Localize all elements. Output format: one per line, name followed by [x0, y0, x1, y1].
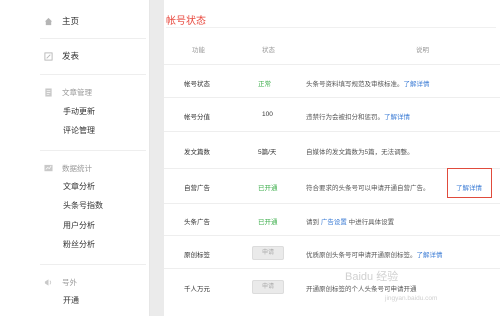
document-icon: [43, 87, 53, 97]
sidebar-item-activate[interactable]: 开通: [0, 294, 150, 306]
divider: [166, 27, 496, 28]
sidebar-group-outside: 号外: [0, 276, 150, 288]
status-text: 100: [262, 111, 273, 118]
sidebar-item-label: 手动更新: [63, 106, 95, 116]
table-row: 帐号状态 正常 头条号资料填写规范及审核标准。了解详情: [164, 64, 500, 97]
sidebar-item-label: 评论管理: [63, 125, 95, 135]
column-header-status: 状态: [262, 47, 275, 54]
apply-button[interactable]: 申请: [252, 246, 284, 260]
description-text: 开通原创标签的个人头条号可申请开通: [306, 286, 417, 293]
description: 优质原创头条号可申请开通原创标签。了解详情: [306, 249, 443, 259]
divider: [40, 150, 146, 151]
watermark-url: jingyan.baidu.com: [385, 295, 438, 302]
description-text: 违禁行为会被扣分和惩罚。: [306, 114, 384, 121]
sidebar-group-article: 文章管理: [0, 86, 150, 98]
description-text: 自媒体的发文篇数为5篇，无法调整。: [306, 149, 414, 156]
function-name: 发文篇数: [184, 149, 210, 156]
description-text: 优质原创头条号可申请开通原创标签。: [306, 252, 417, 259]
status-text: 已开通: [258, 219, 278, 226]
table-row: 千人万元 申请 开通原创标签的个人头条号可申请开通: [164, 268, 500, 316]
learn-more-link[interactable]: 了解详情: [404, 81, 430, 88]
table-row: 发文篇数 5篇/天 自媒体的发文篇数为5篇，无法调整。: [164, 131, 500, 168]
column-header-function: 功能: [192, 47, 205, 54]
description: 违禁行为会被扣分和惩罚。了解详情: [306, 111, 410, 121]
description-text: 请到: [306, 219, 321, 226]
sidebar-group-stats: 数据统计: [0, 162, 150, 174]
sidebar-item-index[interactable]: 头条号指数: [0, 199, 150, 211]
ad-settings-link[interactable]: 广告设置: [321, 219, 347, 226]
sidebar: 主页 发表 文章管理 手动更新 评论管理 数据统计 文章分析 头条号指数 用户分…: [0, 0, 150, 316]
table-row: 原创标签 申请 优质原创头条号可申请开通原创标签。了解详情: [164, 235, 500, 268]
sidebar-item-comments[interactable]: 评论管理: [0, 124, 150, 136]
description-text: 中进行具体设置: [346, 219, 395, 226]
function-name: 千人万元: [184, 286, 210, 293]
description: 请到 广告设置 中进行具体设置: [306, 216, 394, 226]
sidebar-item-label: 用户分析: [63, 220, 95, 230]
watermark-logo: Baidu 经验: [345, 271, 399, 283]
sidebar-group-label: 数据统计: [62, 163, 92, 173]
learn-more-link[interactable]: 了解详情: [384, 114, 410, 121]
sidebar-item-label: 文章分析: [63, 181, 95, 191]
learn-more-link[interactable]: 了解详情: [417, 252, 443, 259]
function-name: 原创标签: [184, 252, 210, 259]
divider: [40, 38, 146, 39]
sidebar-group-label: 文章管理: [62, 87, 92, 97]
sidebar-item-label: 头条号指数: [63, 200, 103, 210]
sidebar-item-user-analysis[interactable]: 用户分析: [0, 219, 150, 231]
home-icon: [43, 16, 53, 26]
function-name: 头条广告: [184, 219, 210, 226]
sidebar-item-manual-update[interactable]: 手动更新: [0, 105, 150, 117]
description-text: 头条号资料填写规范及审核标准。: [306, 81, 404, 88]
status-text: 已开通: [258, 185, 278, 192]
description: 头条号资料填写规范及审核标准。了解详情: [306, 78, 430, 88]
status-text: 5篇/天: [258, 149, 277, 156]
function-name: 自营广告: [184, 185, 210, 192]
status-text: 正常: [258, 81, 271, 88]
sidebar-item-label: 主页: [62, 16, 80, 26]
sidebar-item-home[interactable]: 主页: [0, 14, 150, 28]
description-text: 符合要求的头条号可以申请开通自营广告。: [306, 185, 430, 192]
table-row: 帐号分值 100 违禁行为会被扣分和惩罚。了解详情: [164, 97, 500, 131]
account-status-panel: 帐号状态 功能 状态 说明 帐号状态 正常 头条号资料填写规范及审核标准。了解详…: [164, 0, 500, 316]
divider: [40, 74, 146, 75]
page-title: 帐号状态: [166, 16, 206, 27]
chart-icon: [43, 163, 53, 173]
divider: [40, 264, 146, 265]
column-header-description: 说明: [416, 47, 429, 54]
apply-button[interactable]: 申请: [252, 280, 284, 294]
edit-icon: [43, 51, 53, 61]
function-name: 帐号状态: [184, 81, 210, 88]
table-row: 头条广告 已开通 请到 广告设置 中进行具体设置: [164, 203, 500, 235]
sidebar-item-label: 发表: [62, 51, 80, 61]
sidebar-group-label: 号外: [62, 277, 77, 287]
sidebar-item-label: 开通: [63, 295, 79, 305]
sidebar-item-label: 粉丝分析: [63, 239, 95, 249]
sidebar-item-fans-analysis[interactable]: 粉丝分析: [0, 238, 150, 250]
function-name: 帐号分值: [184, 114, 210, 121]
highlight-box: [447, 168, 492, 198]
sidebar-item-publish[interactable]: 发表: [0, 49, 150, 63]
megaphone-icon: [43, 277, 53, 287]
sidebar-item-article-analysis[interactable]: 文章分析: [0, 180, 150, 192]
